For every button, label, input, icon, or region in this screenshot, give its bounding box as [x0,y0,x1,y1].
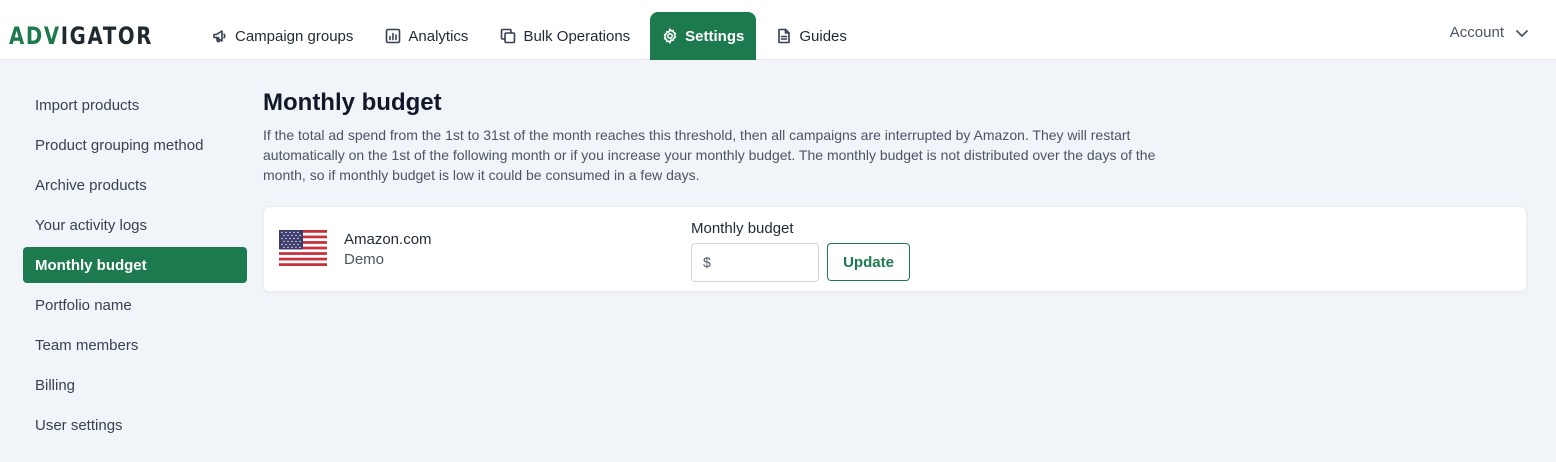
nav-analytics[interactable]: Analytics [373,12,480,60]
main-content: Monthly budget If the total ad spend fro… [263,88,1527,292]
settings-sidebar: Import products Product grouping method … [23,87,247,447]
currency-prefix: $ [703,254,711,270]
copy-icon [501,28,516,44]
nav-settings[interactable]: Settings [650,12,757,60]
megaphone-icon [213,30,226,43]
update-button[interactable]: Update [827,243,910,281]
document-icon [778,28,791,44]
profile-name: Demo [344,251,385,268]
page-title: Monthly budget [263,89,442,116]
sidebar-item-team-members[interactable]: Team members [23,327,247,363]
sidebar-item-product-grouping-method[interactable]: Product grouping method [23,127,247,163]
sidebar-item-user-settings[interactable]: User settings [23,407,247,443]
sidebar-item-activity-logs[interactable]: Your activity logs [23,207,247,243]
account-label: Account [1449,24,1504,41]
budget-label: Monthly budget [691,220,794,237]
marketplace-info: Amazon.com Demo [344,230,432,270]
sidebar-item-monthly-budget[interactable]: Monthly budget [23,247,247,283]
account-menu[interactable]: Account [1450,24,1530,41]
chevron-down-icon [1516,29,1528,37]
budget-row: $ Update [691,243,910,282]
nav-bulk-operations[interactable]: Bulk Operations [488,12,642,60]
marketplace-name: Amazon.com [344,231,432,248]
bar-chart-icon [386,28,401,44]
sidebar-item-archive-products[interactable]: Archive products [23,167,247,203]
sidebar-item-import-products[interactable]: Import products [23,87,247,123]
nav-campaign-groups[interactable]: Campaign groups [200,12,365,60]
advigator-logo[interactable]: ADVIGATOR [9,20,153,52]
budget-input-wrapper: $ [691,243,819,282]
monthly-budget-input[interactable] [718,244,814,281]
sidebar-item-billing[interactable]: Billing [23,367,247,403]
nav-guides[interactable]: Guides [764,12,859,60]
sidebar-item-portfolio-name[interactable]: Portfolio name [23,287,247,323]
main-nav: Campaign groups Analytics Bulk Operation… [200,12,867,60]
marketplace-budget-card: Amazon.com Demo Monthly budget $ Update [263,206,1527,292]
page-description: If the total ad spend from the 1st to 31… [263,127,1156,183]
gear-icon [663,28,677,44]
top-navigation-bar: ADVIGATOR Campaign groups Analytics Bulk… [0,0,1556,60]
us-flag-icon [279,230,327,266]
budget-form: Monthly budget $ Update [691,219,910,282]
